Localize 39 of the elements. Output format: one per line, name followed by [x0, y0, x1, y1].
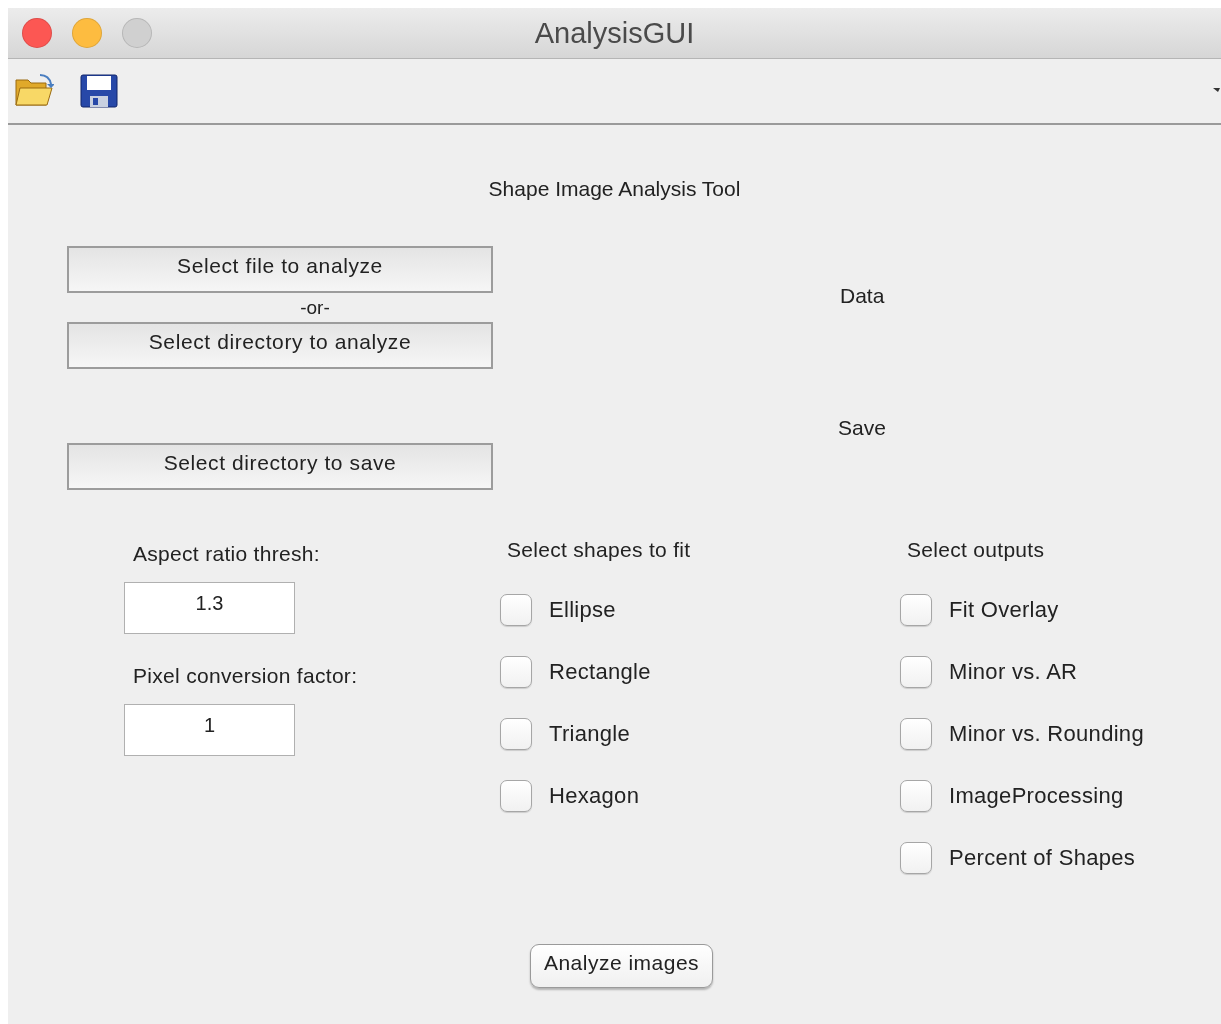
- save-icon[interactable]: [80, 74, 118, 108]
- checkbox[interactable]: [900, 656, 932, 688]
- checkbox-label: Percent of Shapes: [949, 845, 1136, 871]
- close-button[interactable]: [22, 18, 52, 48]
- checkbox[interactable]: [900, 842, 932, 874]
- checkbox-label: Rectangle: [549, 659, 651, 685]
- app-heading: Shape Image Analysis Tool: [487, 177, 742, 201]
- checkbox-label: Fit Overlay: [949, 597, 1059, 623]
- checkbox[interactable]: [500, 718, 532, 750]
- input-field[interactable]: 1.3: [124, 582, 295, 634]
- field-label: Aspect ratio thresh:: [133, 542, 321, 566]
- save-label: Save: [838, 416, 886, 440]
- checkbox[interactable]: [500, 594, 532, 626]
- group-title: Select shapes to fit: [507, 538, 692, 562]
- checkbox-label: Ellipse: [549, 597, 616, 623]
- checkbox-label: Minor vs. AR: [949, 659, 1078, 685]
- data-label: Data: [840, 284, 885, 308]
- checkbox[interactable]: [900, 718, 932, 750]
- input-field[interactable]: 1: [124, 704, 295, 756]
- select-save-directory-button[interactable]: Select directory to save: [67, 443, 493, 490]
- checkbox[interactable]: [900, 594, 932, 626]
- select-file-button[interactable]: Select file to analyze: [67, 246, 493, 293]
- or-separator: -or-: [300, 296, 330, 320]
- overflow-icon[interactable]: [1213, 86, 1221, 94]
- checkbox-label: ImageProcessing: [949, 783, 1124, 809]
- analyze-button[interactable]: Analyze images: [529, 944, 714, 988]
- checkbox-label: Triangle: [549, 721, 631, 747]
- checkbox-label: Hexagon: [549, 783, 640, 809]
- checkbox[interactable]: [500, 656, 532, 688]
- group-title: Select outputs: [907, 538, 1046, 562]
- checkbox-label: Minor vs. Rounding: [949, 721, 1144, 747]
- minimize-button[interactable]: [72, 18, 102, 48]
- checkbox[interactable]: [500, 780, 532, 812]
- open-folder-icon[interactable]: [14, 74, 54, 108]
- select-directory-button[interactable]: Select directory to analyze: [67, 322, 493, 369]
- window-title: AnalysisGUI: [534, 16, 695, 50]
- field-label: Pixel conversion factor:: [133, 664, 359, 688]
- checkbox[interactable]: [900, 780, 932, 812]
- zoom-button[interactable]: [122, 18, 152, 48]
